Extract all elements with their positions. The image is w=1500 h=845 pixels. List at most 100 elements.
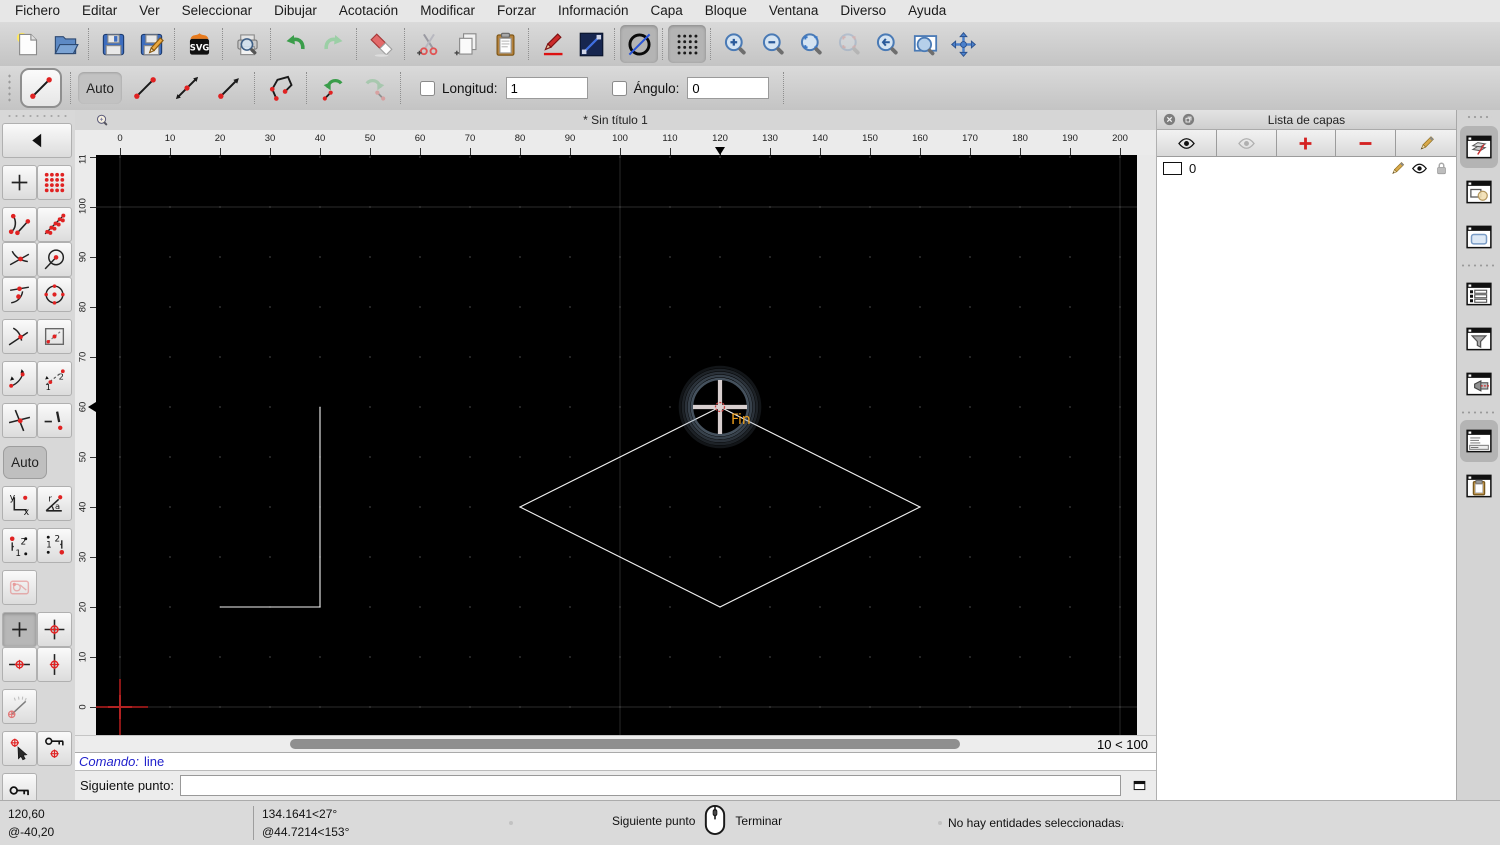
eye-icon[interactable] (1411, 160, 1428, 177)
cut-button[interactable] (410, 25, 448, 63)
zoom-window-button[interactable] (906, 25, 944, 63)
dock-filter-toggle-button[interactable] (1460, 318, 1498, 360)
pen-button[interactable] (534, 25, 572, 63)
line-angle-button[interactable] (168, 69, 206, 107)
print-preview-button[interactable] (228, 25, 266, 63)
save-button[interactable] (94, 25, 132, 63)
zoom-auto-button[interactable] (792, 25, 830, 63)
corner-seq-a-button[interactable]: 12 (2, 528, 37, 563)
line-mode-auto-button[interactable]: Auto (78, 72, 122, 104)
current-tool-line-button[interactable] (20, 68, 62, 108)
back-arrow-button[interactable] (2, 123, 72, 158)
snap-cross-button[interactable] (2, 403, 37, 438)
zoom-pan-button[interactable] (944, 25, 982, 63)
corner-seq-b-button[interactable]: 12 (37, 528, 72, 563)
snap-intersection-button[interactable] (2, 242, 37, 277)
open-folder-button[interactable] (46, 25, 84, 63)
snap-middle-button[interactable] (2, 277, 37, 312)
restrict-nothing-button[interactable] (2, 612, 37, 647)
coord-polar-button[interactable]: ra (37, 486, 72, 521)
menu-ventana[interactable]: Ventana (758, 0, 830, 22)
snap-on-entity-button[interactable] (37, 207, 72, 242)
polyline-button[interactable] (262, 69, 300, 107)
draw-line-button[interactable] (572, 25, 610, 63)
save-as-button[interactable] (132, 25, 170, 63)
length-checkbox[interactable] (420, 80, 435, 96)
snap-endpoint-button[interactable] (2, 207, 37, 242)
cad-canvas[interactable]: Fin (96, 155, 1137, 735)
dock-layers-toggle-button[interactable] (1459, 126, 1498, 168)
undo-button[interactable] (276, 25, 314, 63)
remove-layer-button[interactable] (1336, 130, 1397, 156)
lock-icon[interactable] (1433, 160, 1450, 177)
horizontal-scrollbar[interactable] (75, 736, 1060, 753)
menu-ayuda[interactable]: Ayuda (897, 0, 957, 22)
zoom-in-button[interactable] (716, 25, 754, 63)
snap-auto-button[interactable]: Auto (3, 446, 47, 479)
free-snap-button[interactable] (2, 165, 37, 200)
line-horizontal-button[interactable] (210, 69, 248, 107)
snap-sequence-button[interactable]: 12 (37, 361, 72, 396)
copy-button[interactable] (448, 25, 486, 63)
menu-fichero[interactable]: Fichero (4, 0, 71, 22)
coord-cartesian-button[interactable]: yx (2, 486, 37, 521)
restrict-horizontal-button[interactable] (2, 647, 37, 682)
paste-button[interactable] (486, 25, 524, 63)
undo-segment-button[interactable] (314, 69, 352, 107)
snap-box-button[interactable] (37, 319, 72, 354)
menu-editar[interactable]: Editar (71, 0, 128, 22)
dock-library-toggle-button[interactable] (1460, 216, 1498, 258)
menu-diverso[interactable]: Diverso (829, 0, 897, 22)
snap-exclaim-button[interactable] (37, 403, 72, 438)
redo-button[interactable] (314, 25, 352, 63)
key-button[interactable] (2, 773, 37, 800)
circle-line-button[interactable] (620, 25, 658, 63)
length-input[interactable] (505, 77, 588, 99)
dock-drag-handle[interactable] (1465, 114, 1492, 120)
snap-image-button[interactable] (2, 570, 37, 605)
set-relative-zero-button[interactable] (2, 731, 37, 766)
restrict-vertical-button[interactable] (37, 647, 72, 682)
dock-command-toggle-button[interactable] (1459, 420, 1498, 462)
menu-seleccionar[interactable]: Seleccionar (171, 0, 264, 22)
snap-center-button[interactable] (37, 277, 72, 312)
zoom-out-button[interactable] (754, 25, 792, 63)
horizontal-scrollbar-thumb[interactable] (290, 739, 960, 749)
menu-acotaci-n[interactable]: Acotación (328, 0, 409, 22)
menu-dibujar[interactable]: Dibujar (263, 0, 328, 22)
menu-bloque[interactable]: Bloque (694, 0, 758, 22)
new-document-button[interactable] (8, 25, 46, 63)
dock-blocks-toggle-button[interactable] (1460, 171, 1498, 213)
restrict-orthogonal-arrows-button[interactable] (2, 361, 37, 396)
line-two-points-button[interactable] (126, 69, 164, 107)
svg-export-button[interactable]: SVG (180, 25, 218, 63)
dock-echo-toggle-button[interactable] (1460, 363, 1498, 405)
dock-clipboard-toggle-button[interactable] (1460, 465, 1498, 507)
pencil-icon[interactable] (1389, 160, 1406, 177)
zoom-back-button[interactable] (868, 25, 906, 63)
menu-ver[interactable]: Ver (128, 0, 170, 22)
grid-snap-button[interactable] (37, 165, 72, 200)
edit-layer-button[interactable] (1396, 130, 1456, 156)
angle-input[interactable] (687, 77, 770, 99)
eraser-button[interactable] (362, 25, 400, 63)
grid-toggle-button[interactable] (668, 25, 706, 63)
toolbar-drag-handle[interactable] (7, 73, 13, 103)
lock-relative-zero-button[interactable] (37, 731, 72, 766)
add-layer-button[interactable] (1276, 130, 1337, 156)
command-window-toggle-button[interactable] (1127, 776, 1151, 796)
dock-list-toggle-button[interactable] (1460, 273, 1498, 315)
snap-tangent-button[interactable] (2, 319, 37, 354)
zoom-previous-button[interactable] (830, 25, 868, 63)
show-all-layers-button[interactable] (1157, 130, 1217, 156)
command-input[interactable] (179, 775, 1121, 796)
angle-gauge-button[interactable] (2, 689, 37, 724)
menu-forzar[interactable]: Forzar (486, 0, 547, 22)
layer-row[interactable]: 0 (1157, 157, 1456, 179)
palette-drag-handle[interactable] (6, 113, 69, 119)
restrict-ortho-cross-button[interactable] (37, 612, 72, 647)
menu-informaci-n[interactable]: Información (547, 0, 640, 22)
angle-checkbox[interactable] (611, 80, 627, 96)
hide-all-layers-button[interactable] (1216, 130, 1277, 156)
redo-segment-button[interactable] (356, 69, 394, 107)
